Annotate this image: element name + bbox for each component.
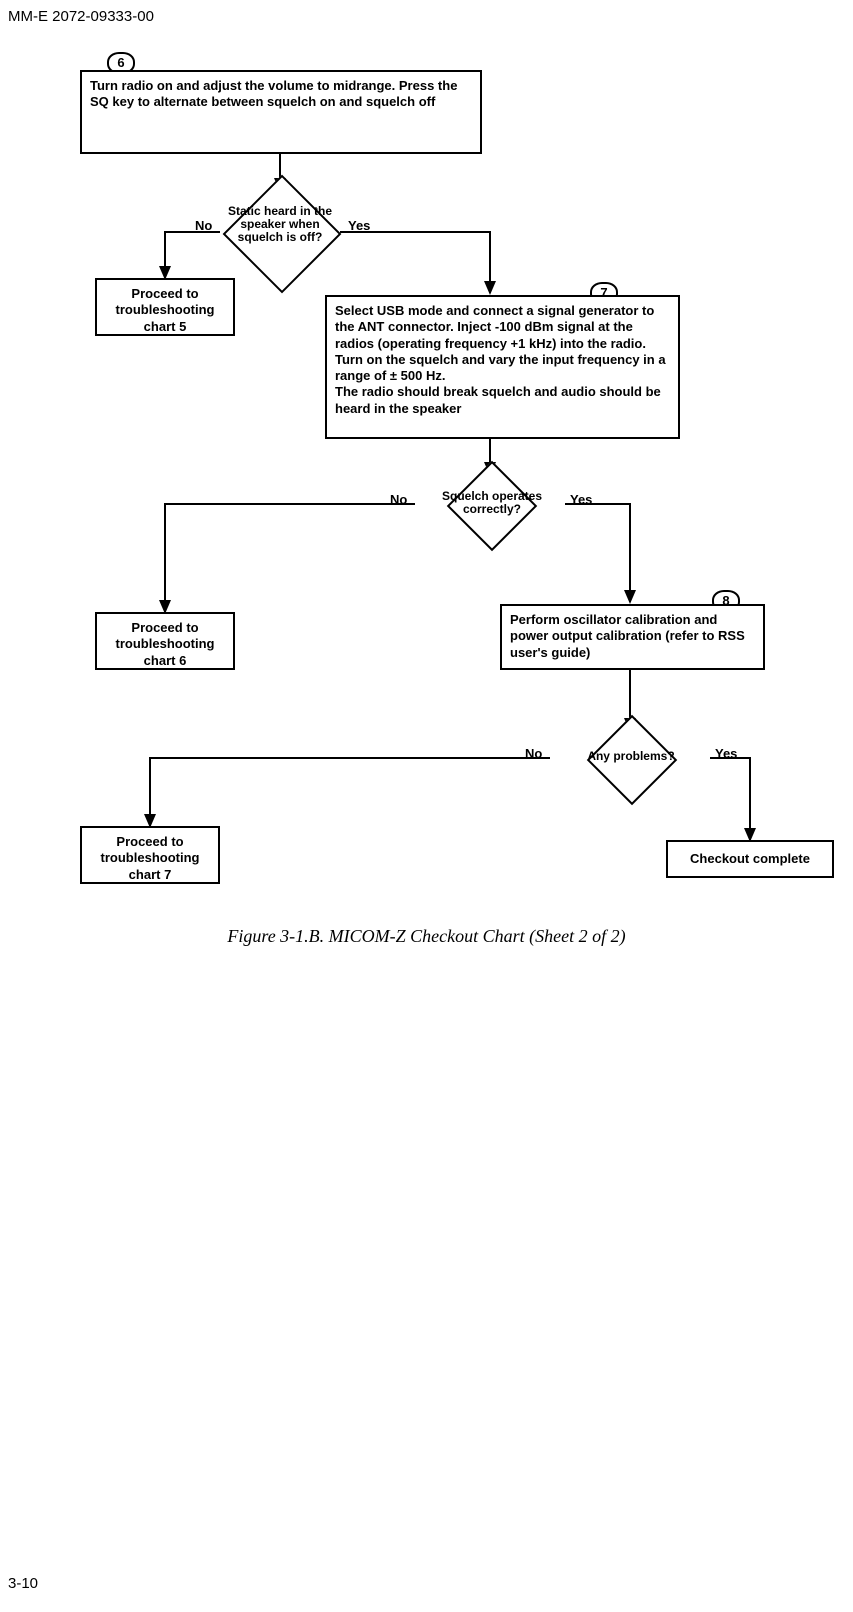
edge-no-2: No — [390, 492, 407, 507]
edge-yes-3: Yes — [715, 746, 737, 761]
edge-yes-2: Yes — [570, 492, 592, 507]
doc-id: MM-E 2072-09333-00 — [8, 8, 154, 25]
process-box-8: Perform oscillator calibration and power… — [500, 604, 765, 670]
decision-static-heard-label: Static heard in the speaker when squelch… — [225, 205, 335, 245]
flowchart: 6 7 8 Turn radio on and adjust the volum… — [70, 50, 840, 920]
page: MM-E 2072-09333-00 3-10 Figure 3-1.B. MI… — [0, 0, 853, 1612]
page-number: 3-10 — [8, 1575, 38, 1592]
figure-caption: Figure 3-1.B. MICOM-Z Checkout Chart (Sh… — [0, 926, 853, 947]
decision-squelch-ok-label: Squelch operates correctly? — [422, 490, 562, 516]
flow-lines — [70, 50, 840, 920]
edge-no-1: No — [195, 218, 212, 233]
edge-yes-1: Yes — [348, 218, 370, 233]
process-box-tc7: Proceed to troubleshooting chart 7 — [80, 826, 220, 884]
decision-any-problems-label: Any problems? — [576, 750, 686, 763]
process-box-tc5: Proceed to troubleshooting chart 5 — [95, 278, 235, 336]
process-box-7: Select USB mode and connect a signal gen… — [325, 295, 680, 439]
process-box-tc6: Proceed to troubleshooting chart 6 — [95, 612, 235, 670]
edge-no-3: No — [525, 746, 542, 761]
process-box-done: Checkout complete — [666, 840, 834, 878]
process-box-6: Turn radio on and adjust the volume to m… — [80, 70, 482, 154]
